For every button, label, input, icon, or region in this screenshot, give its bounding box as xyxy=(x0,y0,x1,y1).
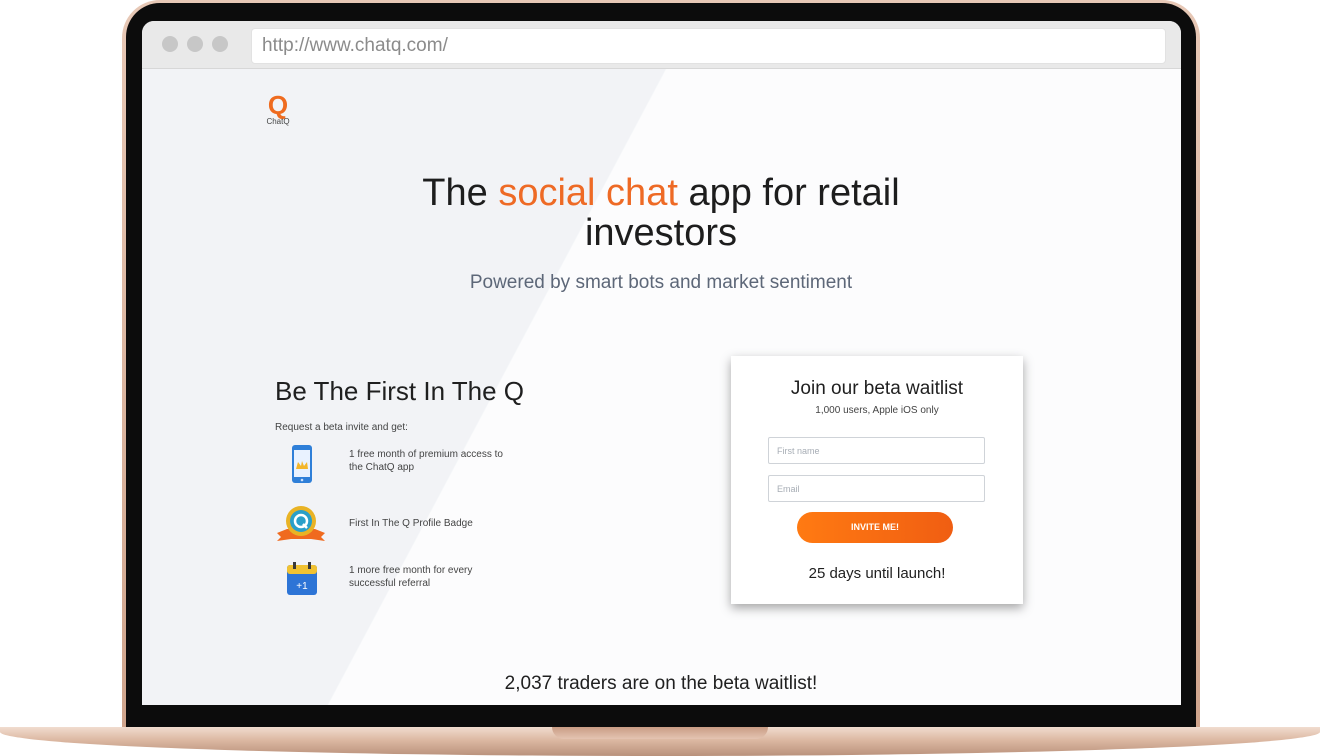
laptop-notch xyxy=(552,727,768,739)
waitlist-count: 2,037 traders are on the beta waitlist! xyxy=(504,673,818,694)
benefit-text: 1 free month of premium access to the Ch… xyxy=(349,449,503,473)
address-bar[interactable]: http://www.chatq.com/ xyxy=(251,28,1166,64)
hero-title: The social chat app for retail investors xyxy=(372,173,950,253)
benefit-item: +1 1 more free month for every successfu… xyxy=(275,559,675,607)
invite-me-button[interactable]: INVITE ME! xyxy=(797,512,953,543)
phone-crown-icon xyxy=(292,445,312,483)
benefit-text: First In The Q Profile Badge xyxy=(349,518,473,529)
benefits-section: Be The First In The Q Request a beta inv… xyxy=(275,376,675,607)
benefit-text: 1 more free month for every successful r… xyxy=(349,565,473,589)
logo-wordmark: ChatQ xyxy=(266,117,290,126)
benefits-title: Be The First In The Q xyxy=(275,376,525,406)
signup-card-title: Join our beta waitlist xyxy=(790,378,964,399)
window-minimize-dot[interactable] xyxy=(187,36,203,52)
window-close-dot[interactable] xyxy=(162,36,178,52)
calendar-plus-one-label: +1 xyxy=(296,581,308,592)
hero-title-accent: social chat xyxy=(498,172,678,214)
browser-toolbar: http://www.chatq.com/ xyxy=(142,21,1181,69)
chatq-logo[interactable]: Q ChatQ xyxy=(263,90,293,127)
signup-card-subtitle: 1,000 users, Apple iOS only xyxy=(815,405,939,416)
signup-card: Join our beta waitlist 1,000 users, Appl… xyxy=(731,356,1023,604)
launch-countdown: 25 days until launch! xyxy=(808,565,946,582)
calendar-plus-one-icon: +1 xyxy=(287,562,317,595)
email-input[interactable] xyxy=(768,475,985,502)
benefit-item: First In The Q Profile Badge xyxy=(275,501,675,549)
benefit-item: 1 free month of premium access to the Ch… xyxy=(275,443,675,491)
logo-q-icon: Q xyxy=(267,90,289,120)
benefits-lead: Request a beta invite and get: xyxy=(275,422,408,433)
first-name-input[interactable] xyxy=(768,437,985,464)
q-badge-icon xyxy=(277,506,325,541)
screen: http://www.chatq.com/ Q ChatQ The social… xyxy=(142,21,1181,705)
hero-subtitle: Powered by smart bots and market sentime… xyxy=(469,272,853,293)
hero-title-start: The xyxy=(422,172,499,214)
window-maximize-dot[interactable] xyxy=(212,36,228,52)
